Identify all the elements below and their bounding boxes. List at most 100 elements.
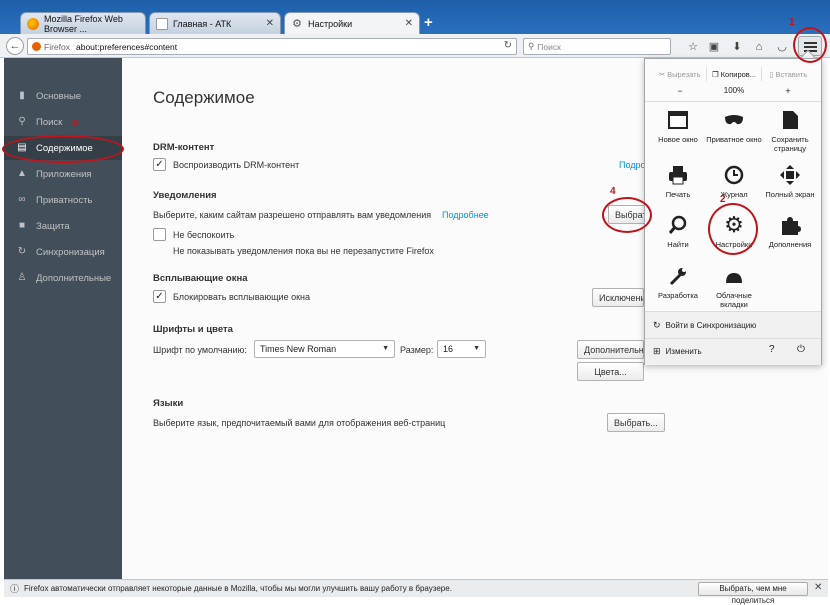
info-icon: ⓘ [10, 584, 20, 594]
notifications-description: Выберите, каким сайтам разрешено отправл… [153, 210, 432, 220]
pocket-icon[interactable]: ◡ [775, 40, 789, 54]
customize-label: Изменить [665, 347, 702, 356]
search-input[interactable]: ⚲ Поиск [523, 38, 671, 55]
reading-list-icon[interactable]: ▣ [707, 40, 721, 54]
sidebar-item-general[interactable]: ▮ Основные [4, 84, 122, 108]
sidebar-item-advanced[interactable]: ♙ Дополнительные [4, 266, 122, 290]
bookmark-star-icon[interactable]: ☆ [686, 40, 700, 54]
back-arrow-icon[interactable]: ← [6, 37, 24, 55]
close-icon[interactable]: ✕ [814, 582, 822, 593]
choose-what-to-share-button[interactable]: Выбрать, чем мне поделиться [698, 582, 808, 605]
default-font-select[interactable]: Times New Roman ▼ [254, 340, 395, 358]
identity-box[interactable]: Firefox [32, 42, 70, 52]
block-popups-label: Блокировать всплывающие окна [173, 292, 311, 302]
block-popups-checkbox[interactable]: ✓ [153, 290, 166, 303]
menu-print[interactable]: Печать [649, 164, 707, 214]
annotation-ellipse-settings [708, 203, 758, 255]
annotation-number-2: 2 [720, 194, 726, 205]
new-window-icon [667, 109, 689, 131]
plus-square-icon: ⊞ [653, 346, 661, 356]
fullscreen-icon [779, 164, 801, 186]
reload-icon[interactable]: ↻ [504, 40, 512, 51]
paste-button[interactable]: ▯ Вставить [762, 67, 815, 81]
sidebar-item-applications[interactable]: ▲ Приложения [4, 162, 122, 186]
popups-exceptions-button[interactable]: Исключения... [592, 288, 644, 307]
menu-item-label: Найти [667, 240, 689, 249]
tab-settings[interactable]: ⚙ Настройки ✕ [284, 12, 420, 35]
search-icon: ⚲ [528, 41, 535, 51]
paste-label: Вставить [775, 69, 808, 79]
data-reporting-notification-bar: ⓘ Firefox автоматически отправляет некот… [4, 579, 828, 605]
annotation-number-1: 1 [789, 17, 795, 28]
edit-controls: ✂ Вырезать ❐ Копиров... ▯ Вставить [653, 67, 815, 81]
languages-section-title: Языки [153, 398, 184, 409]
new-tab-icon[interactable]: + [424, 14, 433, 31]
sidebar-item-security[interactable]: ■ Защита [4, 214, 122, 238]
menu-developer[interactable]: Разработка [649, 265, 707, 315]
menu-find[interactable]: Найти [649, 214, 707, 264]
menu-item-label: Разработка [658, 291, 698, 300]
languages-choose-button[interactable]: Выбрать... [607, 413, 665, 432]
tab-label: Главная - АТК [173, 18, 232, 29]
sidebar-item-search[interactable]: ⚲ Поиск [4, 110, 122, 134]
cut-button[interactable]: ✂ Вырезать [653, 67, 708, 81]
menu-new-window[interactable]: Новое окно [649, 109, 707, 159]
tab-glavnaya[interactable]: Главная - АТК ✕ [149, 12, 281, 34]
applications-icon: ▲ [17, 168, 27, 179]
identity-label: Firefox [44, 41, 70, 52]
popups-section-title: Всплывающие окна [153, 273, 248, 284]
help-icon[interactable]: ? [769, 344, 775, 355]
zoom-level[interactable]: 100% [707, 84, 761, 98]
font-size-select[interactable]: 16 ▼ [437, 340, 486, 358]
panel-divider [645, 338, 821, 339]
menu-item-label: Полный экран [765, 190, 815, 199]
copy-label: Копиров... [720, 69, 757, 79]
sync-sign-in[interactable]: ↻ Войти в Синхронизацию [653, 320, 756, 331]
menu-private-window[interactable]: Приватное окно [705, 109, 763, 159]
menu-synced-tabs[interactable]: Облачные вкладки [705, 265, 763, 315]
menu-item-label: Облачные вкладки [716, 291, 752, 309]
quit-power-icon[interactable]: ⏻ [797, 344, 805, 355]
security-lock-icon: ■ [18, 220, 26, 231]
gear-icon: ⚙ [292, 18, 302, 30]
sidebar-item-privacy[interactable]: ∞ Приватность [4, 188, 122, 212]
do-not-disturb-checkbox[interactable] [153, 228, 166, 241]
copy-icon: ❐ [711, 69, 719, 79]
fonts-advanced-button[interactable]: Дополнительно... [577, 340, 644, 359]
copy-button[interactable]: ❐ Копиров... [707, 67, 762, 81]
close-icon[interactable]: ✕ [405, 18, 413, 29]
dropdown-arrow-icon: ▼ [473, 345, 480, 352]
url-text[interactable]: about:preferences#content [76, 42, 177, 52]
menu-save-page[interactable]: Сохранить страницу [761, 109, 819, 159]
colors-button[interactable]: Цвета... [577, 362, 644, 381]
notifications-section-title: Уведомления [153, 190, 217, 201]
private-mask-icon [723, 109, 745, 131]
zoom-out-button[interactable]: − [653, 84, 707, 98]
find-magnifier-icon [667, 214, 689, 236]
tab-label: Настройки [308, 19, 353, 29]
sidebar-item-label: Синхронизация [36, 246, 105, 258]
customize-button[interactable]: ⊞ Изменить [653, 346, 702, 357]
zoom-controls: − 100% + [653, 84, 815, 98]
tab-mozilla[interactable]: Mozilla Firefox Web Browser ... [20, 12, 146, 34]
menu-item-label: Приватное окно [706, 135, 762, 144]
notification-message: Firefox автоматически отправляет некотор… [24, 584, 452, 593]
sidebar-item-sync[interactable]: ↻ Синхронизация [4, 240, 122, 264]
sidebar-item-label: Защита [36, 220, 70, 232]
menu-item-label: Новое окно [658, 135, 698, 144]
download-arrow-icon[interactable]: ⬇ [730, 40, 744, 54]
url-bar[interactable]: Firefox about:preferences#content ↻ [27, 38, 517, 55]
font-size-value: 16 [443, 344, 454, 354]
close-icon[interactable]: ✕ [266, 18, 274, 29]
sidebar-item-label: Поиск [36, 116, 63, 128]
menu-addons[interactable]: Дополнения [761, 214, 819, 264]
home-icon[interactable]: ⌂ [752, 40, 766, 54]
drm-checkbox[interactable]: ✓ [153, 158, 166, 171]
addons-puzzle-icon [779, 214, 801, 236]
history-clock-icon [723, 164, 745, 186]
sidebar-item-label: Приложения [36, 168, 92, 180]
zoom-in-button[interactable]: + [761, 84, 815, 98]
notifications-learn-more-link[interactable]: Подробнее [442, 210, 489, 220]
menu-fullscreen[interactable]: Полный экран [761, 164, 819, 214]
drm-learn-more-link[interactable]: Подро [619, 160, 646, 170]
